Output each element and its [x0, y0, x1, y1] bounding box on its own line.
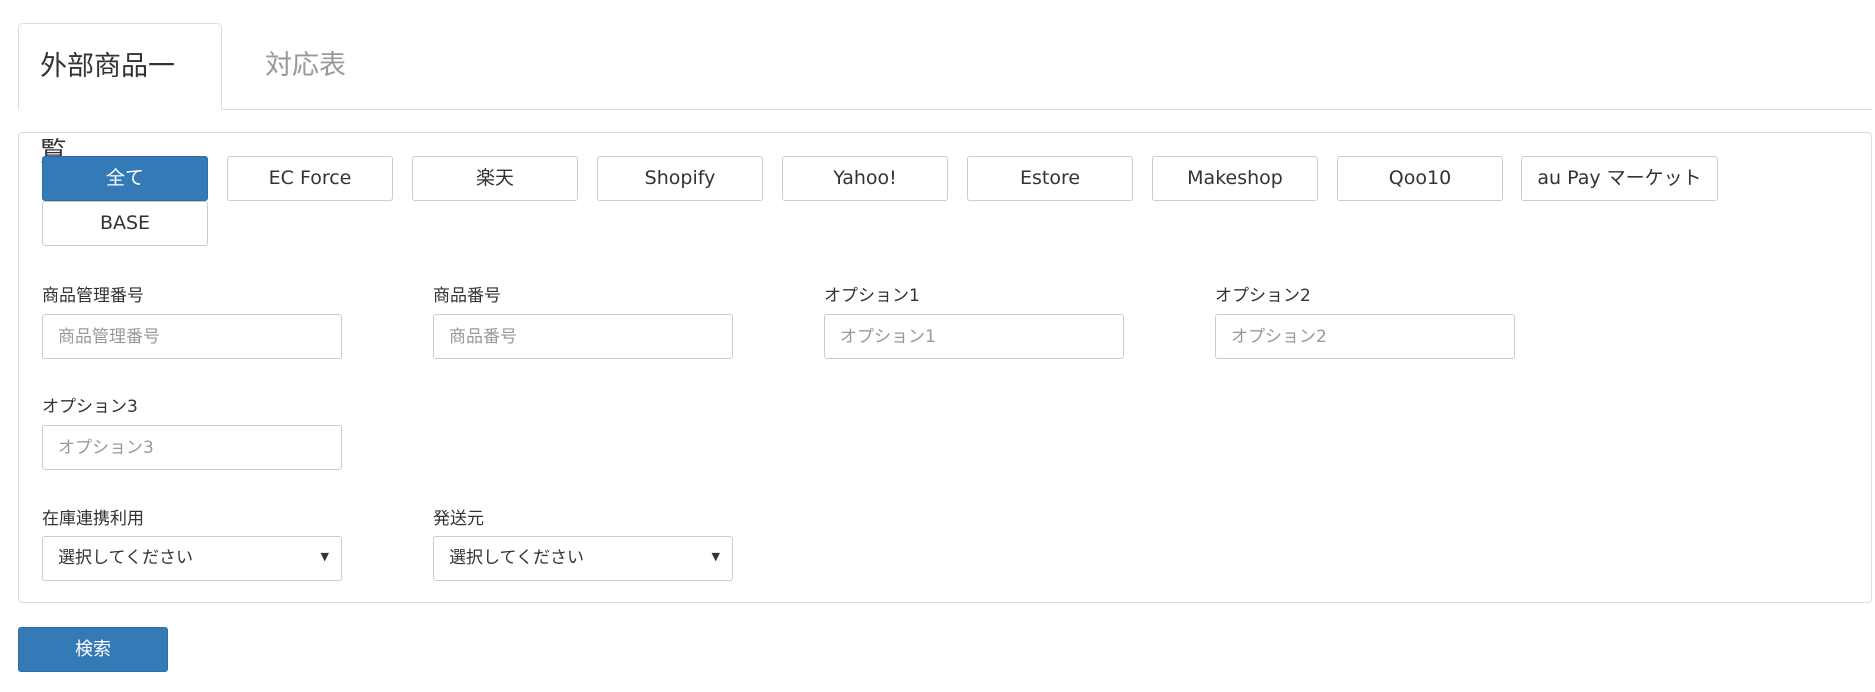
ship-from-selected-value: 選択してください [449, 548, 584, 568]
filter-button-all[interactable]: 全て [42, 156, 208, 201]
filter-button-qoo10[interactable]: Qoo10 [1337, 156, 1503, 201]
filter-button-yahoo[interactable]: Yahoo! [782, 156, 948, 201]
filter-button-makeshop[interactable]: Makeshop [1152, 156, 1318, 201]
filter-button-rakuten[interactable]: 楽天 [412, 156, 578, 201]
option2-label: オプション2 [1215, 286, 1311, 306]
option3-input[interactable] [42, 425, 342, 470]
caret-down-icon: ▼ [711, 550, 720, 563]
tab-bar: 外部商品一覧 対応表 [18, 23, 1872, 168]
option3-label: オプション3 [42, 397, 138, 417]
filter-button-estore[interactable]: Estore [967, 156, 1133, 201]
product-mgmt-no-input[interactable] [42, 314, 342, 359]
caret-down-icon: ▼ [320, 550, 329, 563]
ship-from-label: 発送元 [433, 509, 484, 529]
filter-button-shopify[interactable]: Shopify [597, 156, 763, 201]
filter-button-au-pay-market[interactable]: au Pay マーケット [1521, 156, 1718, 201]
stock-link-select[interactable]: 選択してください ▼ [42, 536, 342, 581]
filter-button-ec-force[interactable]: EC Force [227, 156, 393, 201]
stock-link-label: 在庫連携利用 [42, 509, 144, 529]
product-mgmt-no-label: 商品管理番号 [42, 286, 144, 306]
search-button[interactable]: 検索 [18, 627, 168, 672]
option1-label: オプション1 [824, 286, 920, 306]
product-no-input[interactable] [433, 314, 733, 359]
tab-external-products[interactable]: 外部商品一覧 [18, 23, 222, 168]
search-panel: 全て EC Force 楽天 Shopify Yahoo! Estore Mak… [18, 132, 1872, 603]
stock-link-selected-value: 選択してください [58, 548, 193, 568]
filter-button-base[interactable]: BASE [42, 201, 208, 246]
product-no-label: 商品番号 [433, 286, 501, 306]
ship-from-select[interactable]: 選択してください ▼ [433, 536, 733, 581]
tab-mapping-table[interactable]: 対応表 [243, 23, 368, 109]
option1-input[interactable] [824, 314, 1124, 359]
option2-input[interactable] [1215, 314, 1515, 359]
